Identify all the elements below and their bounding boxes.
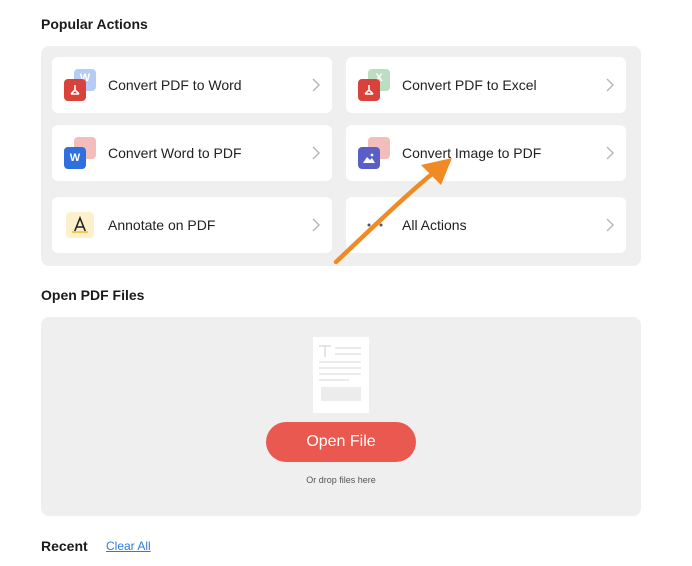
recent-title: Recent: [41, 538, 88, 554]
chevron-right-icon: [312, 146, 320, 160]
chevron-right-icon: [312, 218, 320, 232]
all-actions-button[interactable]: All Actions: [346, 197, 626, 253]
chevron-right-icon: [606, 146, 614, 160]
chevron-right-icon: [606, 218, 614, 232]
convert-pdf-to-excel-button[interactable]: X Convert PDF to Excel: [346, 57, 626, 113]
action-label: Convert PDF to Word: [108, 77, 242, 93]
open-pdf-files-title: Open PDF Files: [41, 287, 145, 303]
annotate-icon: [64, 209, 98, 241]
popular-actions-title: Popular Actions: [41, 16, 148, 32]
chevron-right-icon: [312, 78, 320, 92]
annotate-on-pdf-button[interactable]: Annotate on PDF: [52, 197, 332, 253]
drop-files-hint: Or drop files here: [306, 475, 376, 485]
convert-word-to-pdf-button[interactable]: W Convert Word to PDF: [52, 125, 332, 181]
all-actions-icon: [358, 209, 392, 241]
action-label: Convert Word to PDF: [108, 145, 242, 161]
action-label: All Actions: [402, 217, 467, 233]
action-label: Annotate on PDF: [108, 217, 216, 233]
drop-zone[interactable]: Open File Or drop files here: [41, 317, 641, 516]
convert-image-to-pdf-button[interactable]: Convert Image to PDF: [346, 125, 626, 181]
pdf-to-excel-icon: X: [358, 69, 392, 101]
word-to-pdf-icon: W: [64, 137, 98, 169]
clear-all-link[interactable]: Clear All: [106, 539, 151, 553]
action-label: Convert PDF to Excel: [402, 77, 537, 93]
popular-actions-panel: W Convert PDF to Word X Convert PDF to E…: [41, 46, 641, 266]
convert-pdf-to-word-button[interactable]: W Convert PDF to Word: [52, 57, 332, 113]
image-to-pdf-icon: [358, 137, 392, 169]
action-label: Convert Image to PDF: [402, 145, 542, 161]
open-file-button[interactable]: Open File: [266, 422, 416, 462]
pdf-to-word-icon: W: [64, 69, 98, 101]
document-illustration-icon: [313, 337, 369, 413]
chevron-right-icon: [606, 78, 614, 92]
